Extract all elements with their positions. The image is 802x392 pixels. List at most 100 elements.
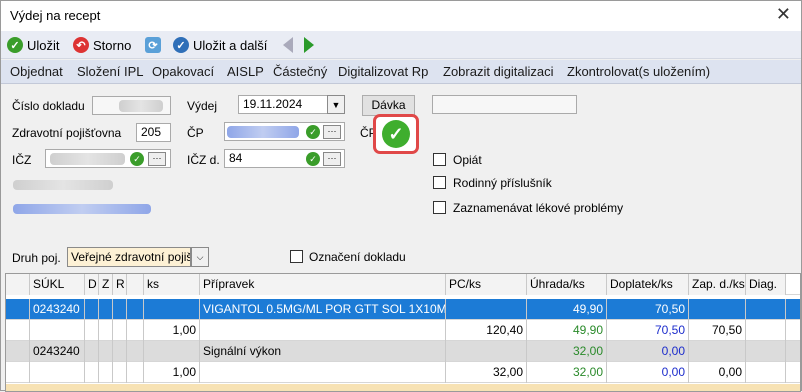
icz-label: IČZ: [12, 153, 32, 167]
cell-ks: 1,00: [144, 362, 200, 383]
cell-diag: [746, 341, 786, 362]
table-row[interactable]: 0243240 Signální výkon 32,00 0,00: [6, 341, 800, 362]
iczd-more-button[interactable]: ···: [323, 152, 341, 166]
opiat-label: Opiát: [453, 153, 482, 167]
items-table: SÚKL D Z R ks Přípravek PC/ks Úhrada/ks …: [5, 273, 801, 392]
close-icon[interactable]: ✕: [776, 4, 791, 25]
oznaceni-checkbox[interactable]: [290, 250, 303, 263]
window-title: Výdej na recept: [10, 8, 101, 23]
cell-doplatek: 0,00: [607, 362, 689, 383]
menu-zobrazit-digitalizaci[interactable]: Zobrazit digitalizaci: [443, 64, 554, 79]
row-indicator: [6, 299, 30, 320]
redacted-link[interactable]: [13, 204, 151, 214]
cell-r: [113, 299, 127, 320]
cell-diag: [746, 362, 786, 383]
menu-aislp[interactable]: AISLP: [227, 64, 264, 79]
menu-objednat[interactable]: Objednat: [10, 64, 63, 79]
menu-slozeni-ipl[interactable]: Složení IPL: [77, 64, 144, 79]
rodinny-checkbox[interactable]: [433, 176, 446, 189]
cell-d: [85, 299, 99, 320]
cell-zap: [689, 299, 746, 320]
save-next-label: Uložit a další: [193, 37, 268, 53]
davka-field[interactable]: [432, 95, 577, 114]
cell-zap: 0,00: [689, 362, 746, 383]
menu-bar: Objednat Složení IPL Opakovací AISLP Čás…: [1, 60, 801, 84]
row-indicator: [6, 362, 30, 383]
cell-extra: [127, 299, 144, 320]
cell-diag: [746, 299, 786, 320]
dialog-window: Výdej na recept ✕ ✓ Uložit ↶ Storno ⟳ ✓ …: [0, 0, 802, 392]
rodinny-label: Rodinný příslušník: [453, 176, 552, 190]
cell-z: [99, 362, 113, 383]
cell-sukl: [30, 362, 85, 383]
menu-zkontrolovat[interactable]: Zkontrolovat(s uložením): [567, 64, 710, 79]
chevron-down-icon[interactable]: ⌵: [191, 247, 209, 267]
menu-digitalizovat[interactable]: Digitalizovat Rp: [338, 64, 428, 79]
toolbar: ✓ Uložit ↶ Storno ⟳ ✓ Uložit a další: [1, 31, 801, 59]
cislo-dokladu-label: Číslo dokladu: [12, 99, 85, 113]
vydej-date-value: 19.11.2024: [243, 97, 303, 111]
icz-valid-icon: ✓: [130, 152, 144, 166]
druh-poj-select[interactable]: Veřejné zdravotní pojiš: [67, 247, 191, 267]
zaznamenavat-checkbox[interactable]: [433, 201, 446, 214]
cell-r: [113, 320, 127, 341]
druh-poj-label: Druh poj.: [12, 251, 61, 265]
save-label: Uložit: [27, 37, 60, 53]
header-cell[interactable]: [127, 274, 144, 295]
next-button[interactable]: [304, 35, 314, 55]
opiat-checkbox[interactable]: [433, 153, 446, 166]
date-dropdown-button[interactable]: ▼: [327, 95, 345, 114]
cislo-dokladu-field[interactable]: [92, 96, 171, 115]
header-cell[interactable]: ks: [144, 274, 200, 295]
cp-more-button[interactable]: ···: [323, 125, 341, 139]
header-cell[interactable]: Z: [99, 274, 113, 295]
header-cell[interactable]: R: [113, 274, 127, 295]
header-cell[interactable]: Diag.: [746, 274, 786, 295]
cell-extra: [127, 341, 144, 362]
cell-r: [113, 341, 127, 362]
header-cell[interactable]: Přípravek: [200, 274, 446, 295]
cell-pc: 32,00: [446, 362, 527, 383]
table-row[interactable]: 1,00 32,00 32,00 0,00 0,00: [6, 362, 800, 383]
cell-ks: [144, 341, 200, 362]
table-row[interactable]: 0243240 VIGANTOL 0.5MG/ML POR GTT SOL 1X…: [6, 299, 800, 320]
redacted-name: [13, 180, 113, 190]
header-cell[interactable]: Úhrada/ks: [527, 274, 607, 295]
cell-sukl: 0243240: [30, 341, 85, 362]
cell-pripravek: VIGANTOL 0.5MG/ML POR GTT SOL 1X10ML: [200, 299, 446, 320]
title-bar: Výdej na recept ✕: [1, 1, 801, 31]
refresh-button[interactable]: ⟳: [145, 35, 161, 55]
row-indicator: [6, 320, 30, 341]
prev-button[interactable]: [283, 35, 293, 55]
cell-pripravek: Signální výkon: [200, 341, 446, 362]
cell-pc: 120,40: [446, 320, 527, 341]
header-cell[interactable]: SÚKL: [30, 274, 85, 295]
zaznamenavat-label: Zaznamenávat lékové problémy: [453, 201, 624, 215]
save-next-button[interactable]: ✓ Uložit a další: [173, 35, 267, 55]
menu-opakovaci[interactable]: Opakovací: [152, 64, 214, 79]
cell-r: [113, 362, 127, 383]
menu-castecny[interactable]: Částečný: [273, 64, 327, 79]
davka-button[interactable]: Dávka: [362, 95, 415, 116]
header-cell[interactable]: Doplatek/ks: [607, 274, 689, 295]
cell-doplatek: 0,00: [607, 341, 689, 362]
cp-verified-button[interactable]: ✓: [373, 114, 419, 154]
cell-extra: [127, 320, 144, 341]
header-cell[interactable]: D: [85, 274, 99, 295]
cell-pripravek: [200, 320, 446, 341]
cell-pc: [446, 299, 527, 320]
cell-zap: 70,50: [689, 320, 746, 341]
table-row[interactable]: 1,00 120,40 49,90 70,50 70,50: [6, 320, 800, 341]
iczd-valid-icon: ✓: [306, 152, 320, 166]
header-cell[interactable]: PC/ks: [446, 274, 527, 295]
cell-z: [99, 320, 113, 341]
save-button[interactable]: ✓ Uložit: [7, 35, 60, 55]
cancel-button[interactable]: ↶ Storno: [73, 35, 131, 55]
cell-z: [99, 299, 113, 320]
header-cell[interactable]: Zap. d./ks: [689, 274, 746, 295]
cp-label: ČP: [187, 126, 204, 140]
cell-zap: [689, 341, 746, 362]
cell-sukl: 0243240: [30, 299, 85, 320]
zp-field[interactable]: 205: [136, 123, 171, 142]
icz-more-button[interactable]: ···: [148, 152, 166, 166]
